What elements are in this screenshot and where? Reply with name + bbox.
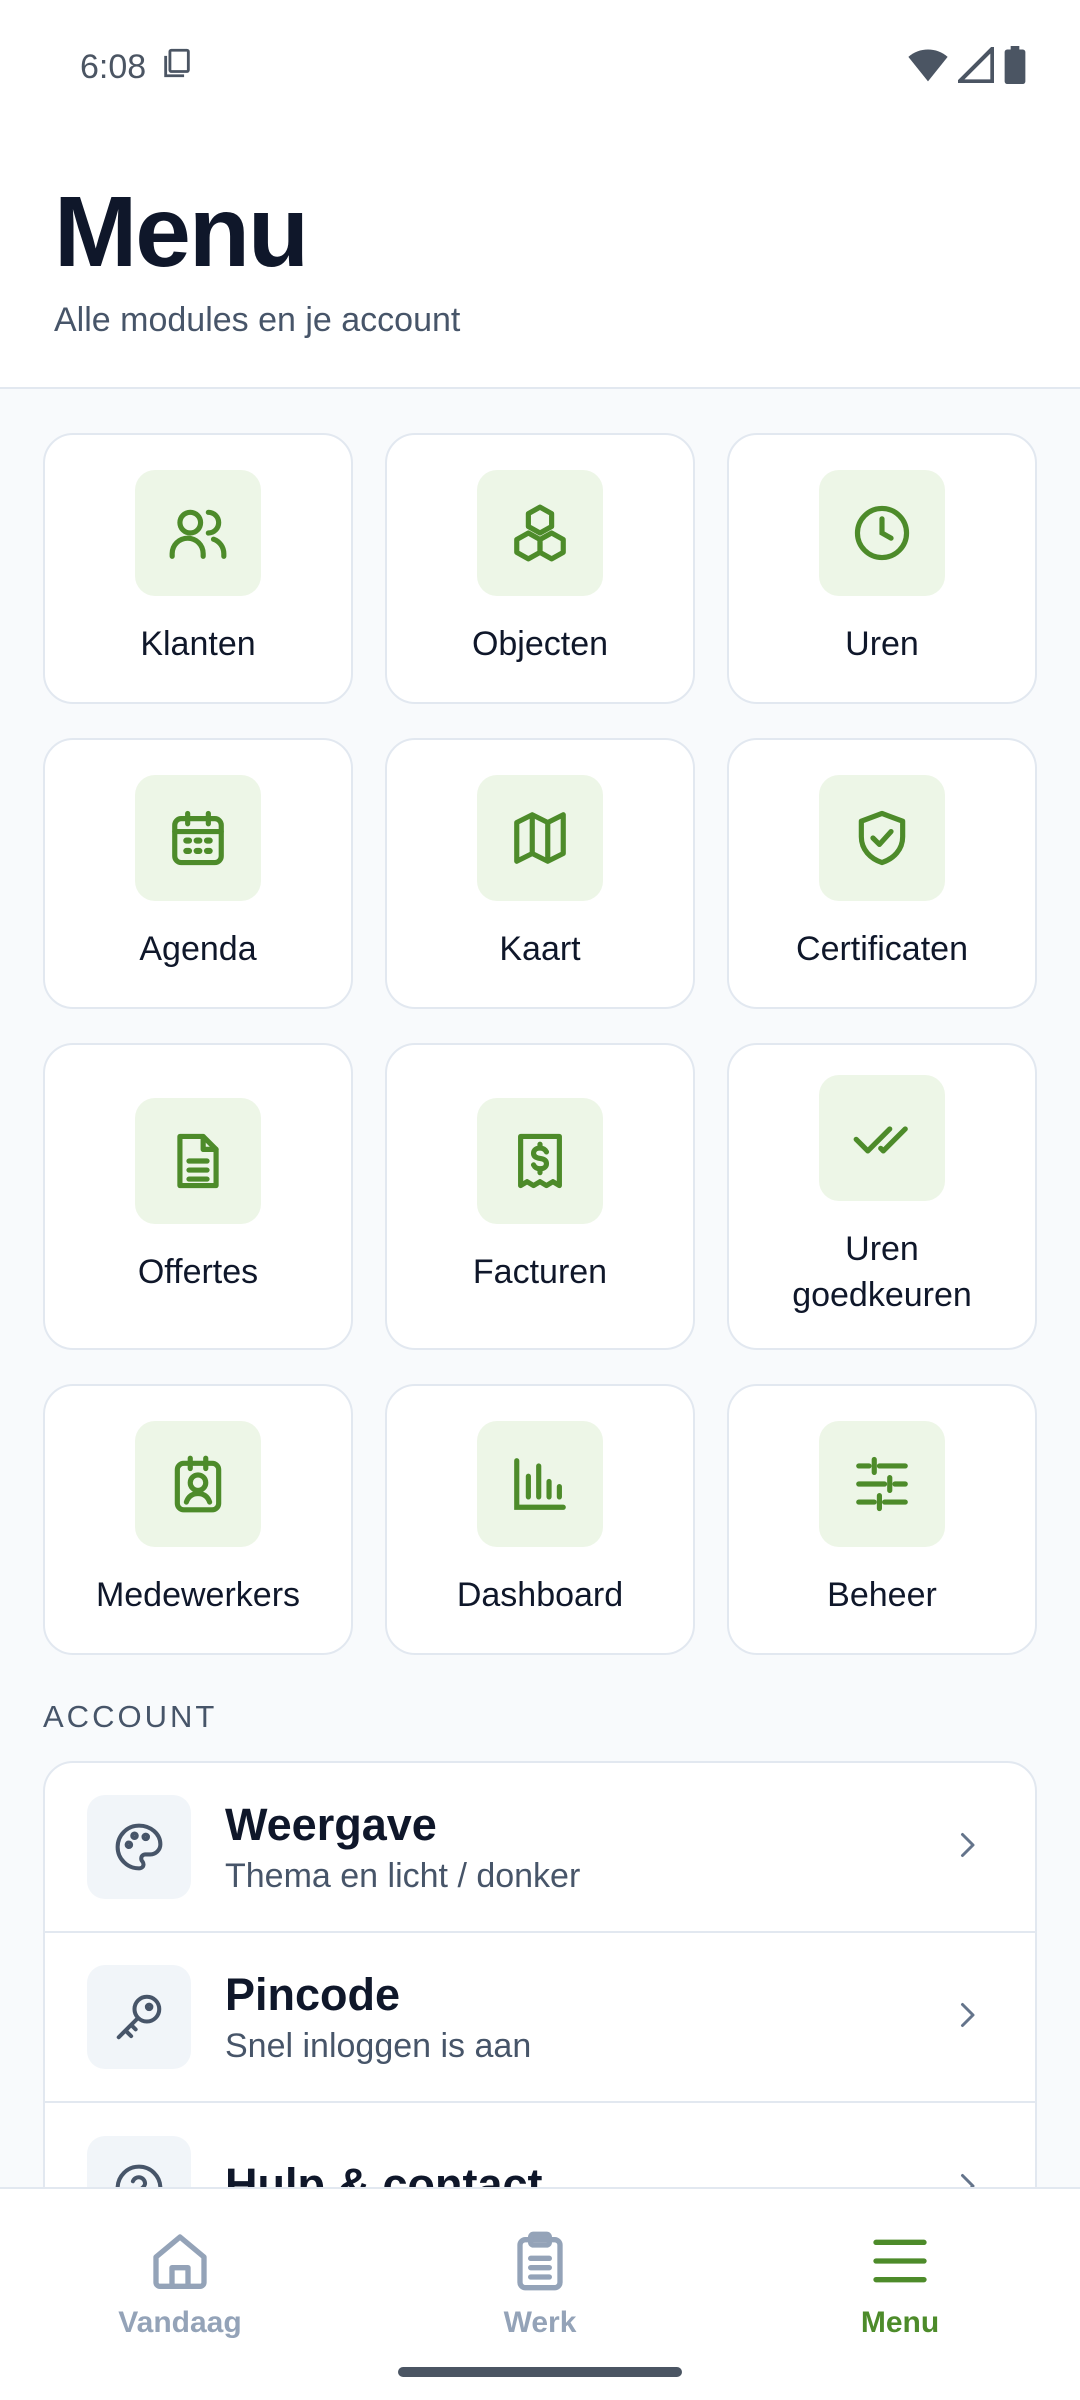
shield-check-icon [819, 774, 945, 901]
module-grid: Klanten Objecten Uren Agenda Kaart Certi… [43, 433, 1037, 1655]
account-item-title: Pincode [225, 1968, 401, 2020]
module-tile-agenda[interactable]: Agenda [43, 738, 353, 1009]
users-icon [135, 469, 261, 596]
chevron-right-icon [949, 1827, 985, 1868]
menu-icon [868, 2229, 932, 2298]
account-item-text: Weergave Thema en licht / donker [225, 1799, 949, 1896]
nav-label: Vandaag [118, 2306, 242, 2339]
module-label: Kaart [499, 929, 581, 968]
key-icon [87, 1965, 191, 2069]
status-left: 6:08 [80, 46, 194, 89]
home-indicator[interactable] [398, 2367, 682, 2377]
module-tile-medewerkers[interactable]: Medewerkers [43, 1384, 353, 1655]
page-title: Menu [54, 176, 309, 288]
signal-icon [954, 43, 995, 88]
module-label: Medewerkers [95, 1575, 301, 1614]
wifi-icon [908, 47, 948, 88]
status-bar: 6:08 [0, 0, 1080, 135]
module-label: Uren goedkeuren [792, 1229, 972, 1314]
double-check-icon [819, 1074, 945, 1201]
account-item-subtitle: Snel inloggen is aan [225, 2026, 532, 2065]
page-header: Menu Alle modules en je account [0, 135, 1080, 389]
module-tile-klanten[interactable]: Klanten [43, 433, 353, 704]
palette-icon [87, 1795, 191, 1899]
battery-icon [1004, 46, 1026, 89]
receipt-icon [477, 1097, 603, 1224]
module-tile-offertes[interactable]: Offertes [43, 1043, 353, 1350]
calendar-icon [135, 774, 261, 901]
account-item-title: Hulp & contact [225, 2159, 543, 2187]
nav-item-menu[interactable]: Menu [790, 2189, 1010, 2400]
document-icon [135, 1097, 261, 1224]
module-tile-facturen[interactable]: Facturen [385, 1043, 695, 1350]
module-tile-certificaten[interactable]: Certificaten [727, 738, 1037, 1009]
menu-content[interactable]: Klanten Objecten Uren Agenda Kaart Certi… [0, 389, 1080, 2187]
clipboard-icon [508, 2229, 572, 2298]
module-label: Offertes [137, 1252, 259, 1291]
account-item-subtitle: Thema en licht / donker [225, 1856, 581, 1895]
map-icon [477, 774, 603, 901]
help-icon [87, 2136, 191, 2187]
nav-label: Werk [503, 2306, 577, 2339]
nav-label: Menu [860, 2306, 940, 2339]
module-label: Klanten [140, 624, 256, 663]
module-label: Agenda [139, 929, 257, 968]
sim-card-icon [160, 46, 194, 89]
account-item-weergave[interactable]: Weergave Thema en licht / donker [45, 1763, 1035, 1933]
account-item-title: Weergave [225, 1798, 437, 1850]
status-right [908, 43, 1026, 89]
chevron-right-icon [949, 2168, 985, 2187]
nav-item-vandaag[interactable]: Vandaag [70, 2189, 290, 2400]
bar-chart-icon [477, 1420, 603, 1547]
module-label: Certificaten [796, 929, 968, 968]
module-tile-dashboard[interactable]: Dashboard [385, 1384, 695, 1655]
module-tile-uren[interactable]: Uren [727, 433, 1037, 704]
module-tile-uren-goedkeuren[interactable]: Uren goedkeuren [727, 1043, 1037, 1350]
account-item-hulp-contact[interactable]: Hulp & contact [45, 2103, 1035, 2187]
account-item-text: Hulp & contact [225, 2159, 949, 2187]
module-tile-objecten[interactable]: Objecten [385, 433, 695, 704]
badge-icon [135, 1420, 261, 1547]
clock-icon [819, 469, 945, 596]
status-time: 6:08 [80, 48, 147, 86]
module-label: Facturen [472, 1252, 608, 1291]
module-label: Beheer [827, 1575, 937, 1614]
chevron-right-icon [949, 1997, 985, 2038]
module-tile-beheer[interactable]: Beheer [727, 1384, 1037, 1655]
module-label: Uren [845, 624, 919, 663]
home-icon [148, 2229, 212, 2298]
module-label: Objecten [471, 624, 609, 663]
account-item-text: Pincode Snel inloggen is aan [225, 1969, 949, 2066]
page-subtitle: Alle modules en je account [54, 301, 461, 339]
account-item-pincode[interactable]: Pincode Snel inloggen is aan [45, 1933, 1035, 2103]
sliders-icon [819, 1420, 945, 1547]
account-list: Weergave Thema en licht / donker Pincode… [43, 1761, 1037, 2187]
module-tile-kaart[interactable]: Kaart [385, 738, 695, 1009]
account-section-title: ACCOUNT [43, 1699, 218, 1734]
boxes-icon [477, 469, 603, 596]
module-label: Dashboard [456, 1575, 624, 1614]
